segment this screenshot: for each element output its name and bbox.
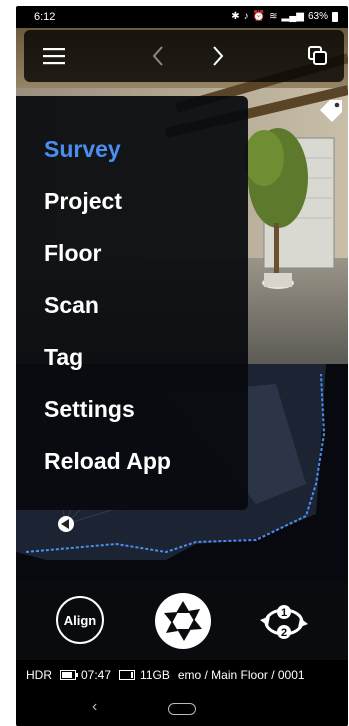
- rotate-button[interactable]: 1 2: [256, 594, 312, 650]
- battery-time-value: 07:47: [81, 668, 112, 682]
- scan-info-bar: HDR 07:47 11GB emo / Main Floor / 0001: [16, 660, 348, 690]
- capture-button[interactable]: [154, 592, 212, 650]
- storage-value: 11GB: [140, 668, 170, 682]
- capture-controls: Align 1 2: [16, 582, 348, 660]
- copy-icon: [308, 46, 327, 65]
- battery-icon: [332, 11, 338, 22]
- rotate-bottom-label: 2: [281, 627, 287, 639]
- wifi-icon: ≋: [269, 11, 278, 22]
- mute-icon: ♪: [243, 11, 249, 22]
- signal-icon: ▂▄▆: [281, 11, 304, 22]
- hamburger-icon: [43, 48, 65, 65]
- battery-time: 07:47: [60, 668, 111, 682]
- status-bar: 6:12 ✱ ♪ ⏰ ≋ ▂▄▆ 63%: [16, 6, 348, 28]
- chevron-left-icon: [152, 46, 163, 66]
- top-toolbar: [24, 30, 344, 82]
- menu-item-survey[interactable]: Survey: [44, 133, 121, 165]
- storage: 11GB: [119, 668, 170, 682]
- menu-item-reload-app[interactable]: Reload App: [44, 445, 171, 477]
- battery-percent: 63%: [307, 11, 328, 22]
- hdr-label: HDR: [26, 668, 52, 682]
- location-breadcrumb: emo / Main Floor / 0001: [177, 668, 305, 682]
- nav-home-icon[interactable]: [168, 703, 196, 715]
- nav-back-icon[interactable]: ‹: [92, 698, 97, 716]
- menu-item-floor[interactable]: Floor: [44, 237, 102, 269]
- menu-button[interactable]: [38, 40, 70, 72]
- menu-item-project[interactable]: Project: [44, 185, 122, 217]
- alarm-icon: ⏰: [252, 11, 266, 22]
- rotate-top-label: 1: [281, 607, 287, 619]
- menu-item-tag[interactable]: Tag: [44, 341, 83, 373]
- forward-button[interactable]: [202, 40, 234, 72]
- android-nav-bar: ‹: [16, 690, 348, 726]
- navigation-menu: Survey Project Floor Scan Tag Settings R…: [16, 96, 248, 510]
- phone-screen: 6:12 ✱ ♪ ⏰ ≋ ▂▄▆ 63% Survey Project Floo…: [16, 6, 348, 726]
- menu-item-settings[interactable]: Settings: [44, 393, 135, 425]
- rotate-scan-icon: 1 2: [260, 605, 308, 639]
- aperture-icon: [155, 593, 211, 649]
- status-time: 6:12: [34, 11, 56, 23]
- chevron-right-icon: [213, 46, 224, 66]
- status-icons: ✱ ♪ ⏰ ≋ ▂▄▆ 63%: [231, 11, 338, 22]
- device-battery-icon: [60, 670, 78, 680]
- menu-item-scan[interactable]: Scan: [44, 289, 99, 321]
- align-button[interactable]: Align: [56, 596, 104, 644]
- storage-icon: [119, 670, 136, 680]
- bluetooth-icon: ✱: [231, 11, 240, 22]
- back-button[interactable]: [142, 40, 174, 72]
- copy-button[interactable]: [302, 40, 334, 72]
- tag-button[interactable]: [318, 98, 344, 124]
- tag-icon: [320, 100, 342, 122]
